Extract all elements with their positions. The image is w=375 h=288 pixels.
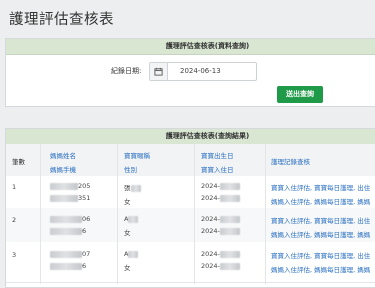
mother-record-links[interactable]: 媽媽入住評估, 媽媽每日護理, 媽媽 bbox=[271, 229, 370, 239]
mother-info: 07 6 bbox=[50, 250, 90, 270]
baby-name: 張 bbox=[124, 184, 131, 192]
baby-gender: 女 bbox=[124, 264, 131, 272]
col-mother-name[interactable]: 媽媽姓名 媽媽手機 bbox=[50, 150, 76, 174]
table-header: 筆數 媽媽姓名 媽媽手機 寶寶暱稱 性別 寶寶出生日 寶寶入住日 護理記錄查核 bbox=[6, 144, 375, 177]
query-panel: 護理評估查核表(資料查詢) 紀錄日期: 2024-06-13 送出查詢 bbox=[5, 38, 375, 107]
baby-info: 張 女 bbox=[124, 182, 141, 206]
record-date-field[interactable]: 2024-06-13 bbox=[149, 62, 257, 81]
baby-gender: 女 bbox=[124, 198, 131, 206]
baby-checkin: 2024- bbox=[201, 194, 220, 202]
row-index: 2 bbox=[12, 216, 17, 224]
col-baby-checkin-label: 寶寶入住日 bbox=[201, 166, 234, 174]
col-baby-gender-label: 性別 bbox=[124, 166, 137, 174]
redacted-checkin bbox=[219, 262, 240, 270]
page-title: 護理評估查核表 bbox=[9, 12, 114, 28]
record-links[interactable]: 寶寶入住評估, 寶寶每日護理, 出住 媽媽入住評估, 媽媽每日護理, 媽媽 bbox=[271, 215, 370, 239]
baby-dates: 2024- 2024- bbox=[201, 182, 240, 202]
col-baby-birth[interactable]: 寶寶出生日 寶寶入住日 bbox=[201, 150, 234, 174]
baby-record-links[interactable]: 寶寶入住評估, 寶寶每日護理, 出住 bbox=[271, 252, 370, 260]
baby-checkin: 2024- bbox=[201, 262, 220, 270]
redacted-checkin bbox=[219, 194, 240, 202]
column-divider bbox=[40, 144, 41, 284]
baby-birth: 2024- bbox=[201, 250, 220, 258]
date-row: 紀錄日期: 2024-06-13 bbox=[6, 62, 375, 82]
results-panel: 護理評估查核表(查詢結果) 筆數 媽媽姓名 媽媽手機 寶寶暱稱 性別 寶寶出生日… bbox=[5, 128, 375, 288]
redacted-name bbox=[50, 215, 82, 223]
column-divider bbox=[117, 144, 118, 284]
mother-info: 06 6 bbox=[50, 215, 90, 235]
baby-dates: 2024- 2024- bbox=[201, 215, 240, 235]
mother-name-suffix: 205 bbox=[78, 182, 91, 190]
baby-info: A 女 bbox=[124, 250, 139, 272]
column-divider bbox=[265, 144, 266, 284]
baby-birth: 2024- bbox=[201, 215, 220, 223]
column-divider bbox=[194, 144, 195, 284]
baby-info: A 女 bbox=[124, 215, 139, 237]
redacted-baby-name bbox=[130, 184, 141, 192]
results-panel-header: 護理評估查核表(查詢結果) bbox=[6, 129, 375, 145]
mother-record-links[interactable]: 媽媽入住評估, 媽媽每日護理, 媽媽 bbox=[271, 196, 370, 206]
baby-dates: 2024- 2024- bbox=[201, 250, 240, 270]
mother-info: 205 351 bbox=[50, 182, 90, 202]
mother-name-suffix: 06 bbox=[82, 215, 91, 223]
redacted-checkin bbox=[219, 227, 240, 235]
baby-gender: 女 bbox=[124, 229, 131, 237]
submit-query-button[interactable]: 送出查詢 bbox=[277, 86, 323, 103]
redacted-birth bbox=[219, 215, 240, 223]
col-mother-name-label: 媽媽姓名 bbox=[50, 152, 76, 160]
record-links[interactable]: 寶寶入住評估, 寶寶每日護理, 出住 媽媽入住評估, 媽媽每日護理, 媽媽 bbox=[271, 182, 370, 206]
table-row: 2 06 6 A 女 2024- 2024- 寶寶入住評估, 寶寶每日護理, 出… bbox=[6, 208, 375, 243]
redacted-birth bbox=[219, 182, 240, 190]
row-index: 1 bbox=[12, 183, 17, 191]
mother-record-links[interactable]: 媽媽入住評估, 媽媽每日護理, 媽媽 bbox=[271, 264, 370, 274]
table-row: 1 205 351 張 女 2024- 2024- 寶寶入住評估, 寶寶每日護理… bbox=[6, 176, 375, 209]
col-mother-phone-label: 媽媽手機 bbox=[50, 166, 76, 174]
redacted-phone bbox=[50, 194, 78, 202]
baby-record-links[interactable]: 寶寶入住評估, 寶寶每日護理, 出住 bbox=[271, 184, 370, 192]
col-baby-name[interactable]: 寶寶暱稱 性別 bbox=[124, 150, 150, 174]
mother-phone-suffix: 6 bbox=[82, 227, 87, 235]
mother-phone-suffix: 351 bbox=[78, 194, 91, 202]
baby-record-links[interactable]: 寶寶入住評估, 寶寶每日護理, 出住 bbox=[271, 217, 370, 225]
redacted-name bbox=[50, 182, 78, 190]
baby-checkin: 2024- bbox=[201, 227, 220, 235]
table-row: 3 07 6 A 女 2024- 2024- 寶寶入住評估, 寶寶每日護理, 出… bbox=[6, 242, 375, 283]
mother-phone-suffix: 6 bbox=[82, 262, 87, 270]
baby-birth: 2024- bbox=[201, 182, 220, 190]
date-label: 紀錄日期: bbox=[111, 67, 142, 75]
col-baby-birth-label: 寶寶出生日 bbox=[201, 152, 234, 160]
record-date-value: 2024-06-13 bbox=[180, 67, 221, 75]
col-baby-name-label: 寶寶暱稱 bbox=[124, 152, 150, 160]
redacted-baby-name bbox=[128, 250, 139, 258]
calendar-icon[interactable] bbox=[150, 63, 168, 80]
query-panel-header: 護理評估查核表(資料查詢) bbox=[6, 39, 375, 55]
redacted-phone bbox=[50, 262, 82, 270]
record-links[interactable]: 寶寶入住評估, 寶寶每日護理, 出住 媽媽入住評估, 媽媽每日護理, 媽媽 bbox=[271, 250, 370, 274]
row-index: 3 bbox=[12, 251, 17, 259]
mother-name-suffix: 07 bbox=[82, 250, 91, 258]
redacted-baby-name bbox=[128, 215, 139, 223]
redacted-phone bbox=[50, 227, 82, 235]
col-index: 筆數 bbox=[12, 158, 25, 166]
redacted-birth bbox=[219, 250, 240, 258]
redacted-name bbox=[50, 250, 82, 258]
col-records[interactable]: 護理記錄查核 bbox=[271, 156, 310, 166]
